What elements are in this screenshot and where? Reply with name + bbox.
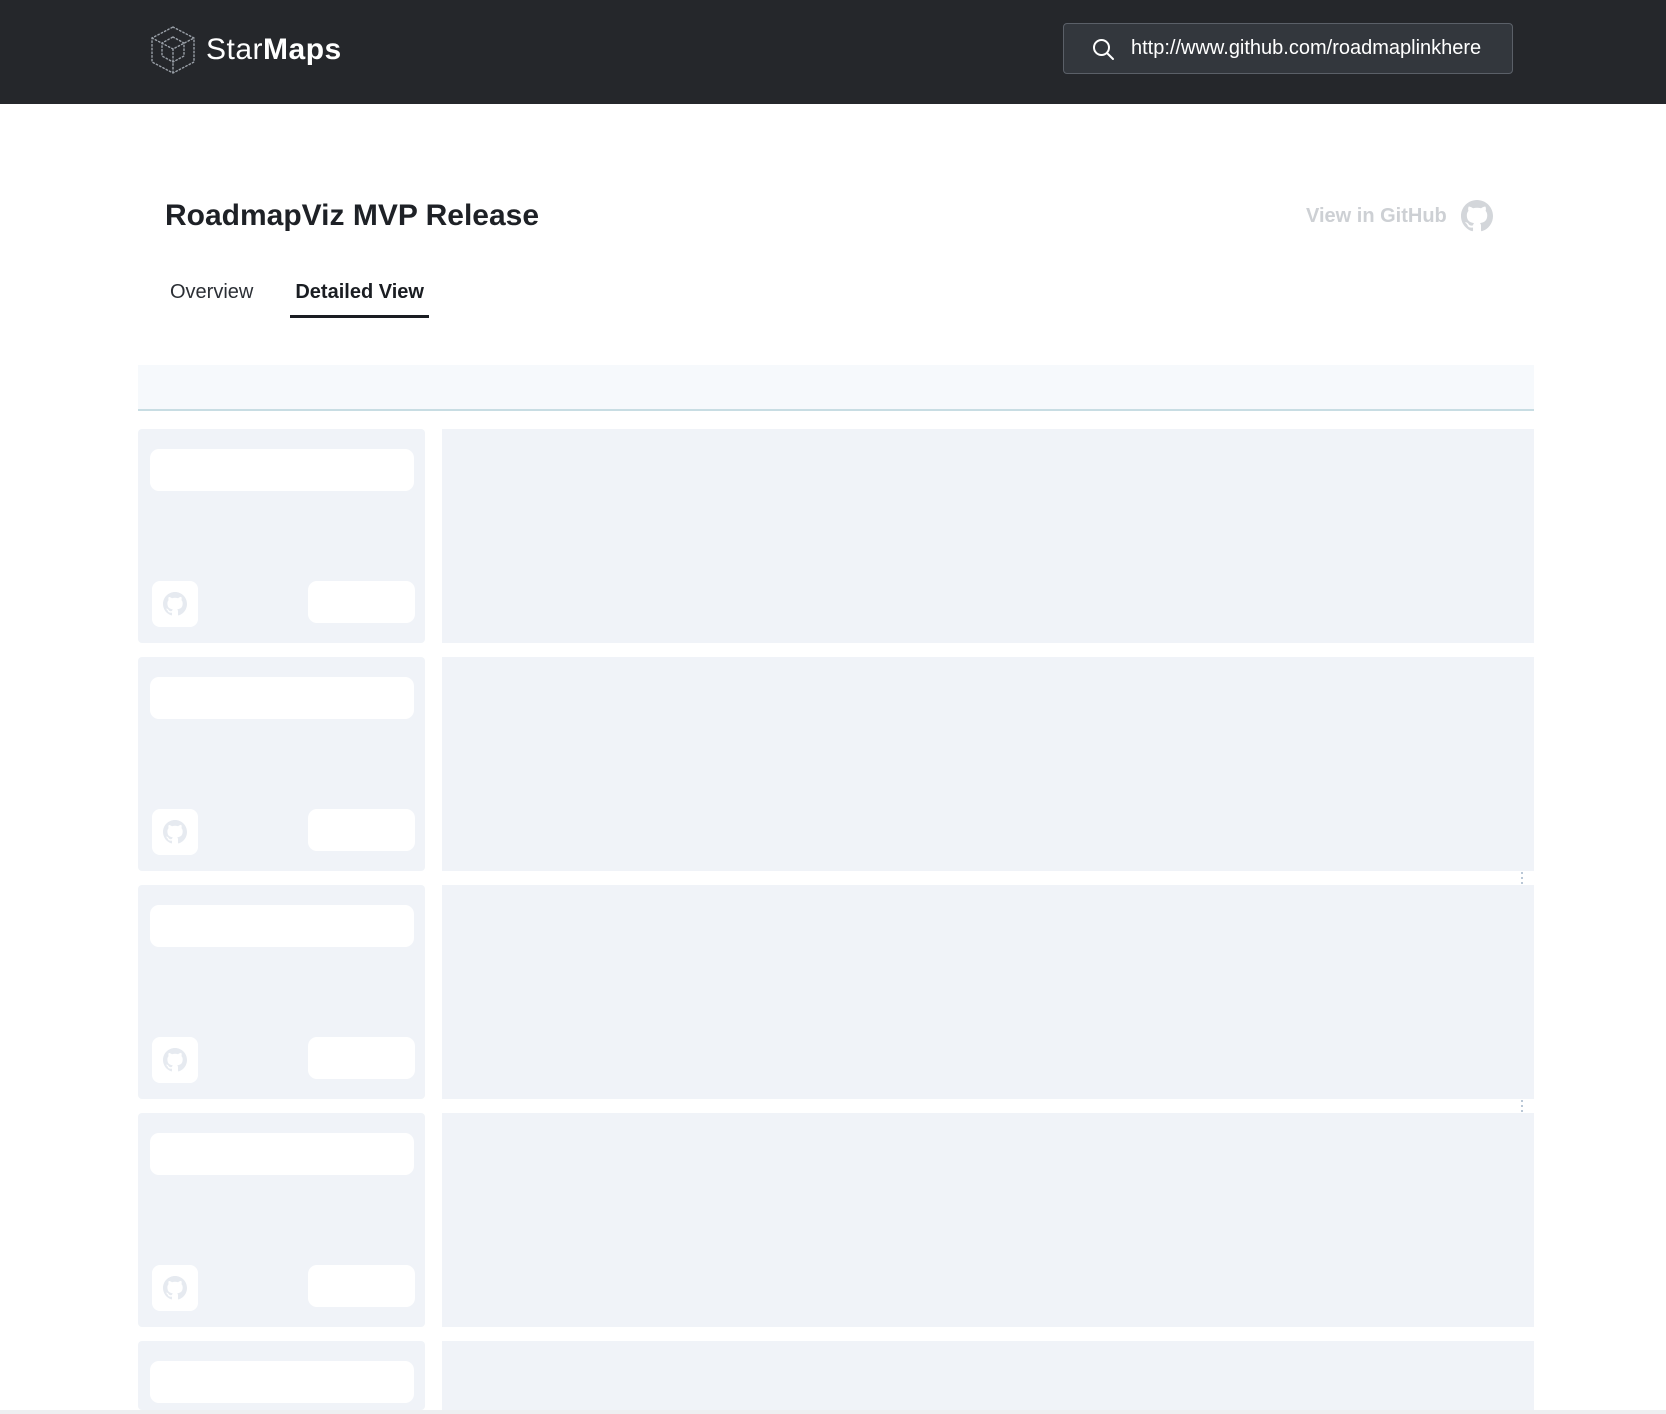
roadmap-url-input[interactable]	[1131, 37, 1501, 60]
tab-overview[interactable]: Overview	[165, 278, 258, 318]
milestone-card-placeholder	[138, 885, 425, 1099]
roadmap-url-search[interactable]	[1063, 23, 1513, 74]
milestone-card-placeholder	[138, 657, 425, 871]
brand-name-light: Star	[206, 33, 264, 66]
github-chip	[152, 1037, 198, 1083]
milestone-chart-placeholder	[442, 1113, 1534, 1327]
brand-name-bold: Maps	[263, 33, 342, 66]
milestone-action-placeholder	[308, 809, 415, 851]
page-title: RoadmapViz MVP Release	[165, 199, 540, 232]
milestone-title-placeholder	[150, 677, 414, 719]
milestone-chart-placeholder	[442, 885, 1534, 1099]
github-chip	[152, 581, 198, 627]
github-icon	[163, 1276, 187, 1300]
github-icon	[163, 1048, 187, 1072]
brand[interactable]: Star Maps	[150, 25, 342, 75]
cube-logo-icon	[151, 26, 195, 74]
github-icon	[163, 820, 187, 844]
milestone-title-placeholder	[150, 1361, 414, 1403]
timeline-header-placeholder	[138, 365, 1534, 411]
milestone-title-placeholder	[150, 449, 414, 491]
milestone-card-placeholder	[138, 429, 425, 643]
milestone-chart-placeholder	[442, 429, 1534, 643]
milestone-chart-placeholder	[442, 657, 1534, 871]
tab-detailed-view[interactable]: Detailed View	[290, 278, 429, 318]
github-icon	[1460, 200, 1493, 232]
milestone-card-placeholder	[138, 1341, 425, 1410]
bottom-edge	[0, 1410, 1666, 1414]
view-tabs: Overview Detailed View	[165, 278, 461, 318]
milestone-action-placeholder	[308, 1037, 415, 1079]
github-icon	[163, 592, 187, 616]
milestone-title-placeholder	[150, 1133, 414, 1175]
milestone-card-placeholder	[138, 1113, 425, 1327]
milestone-chart-placeholder	[442, 1341, 1534, 1410]
search-icon	[1093, 38, 1114, 60]
view-in-github-label: View in GitHub	[1306, 204, 1447, 227]
brand-name: Star Maps	[206, 33, 342, 67]
milestone-action-placeholder	[308, 1265, 415, 1307]
view-in-github-link[interactable]: View in GitHub	[1306, 198, 1493, 234]
milestone-title-placeholder	[150, 905, 414, 947]
github-chip	[152, 1265, 198, 1311]
github-chip	[152, 809, 198, 855]
top-navigation-bar: Star Maps	[0, 0, 1666, 104]
milestone-action-placeholder	[308, 581, 415, 623]
